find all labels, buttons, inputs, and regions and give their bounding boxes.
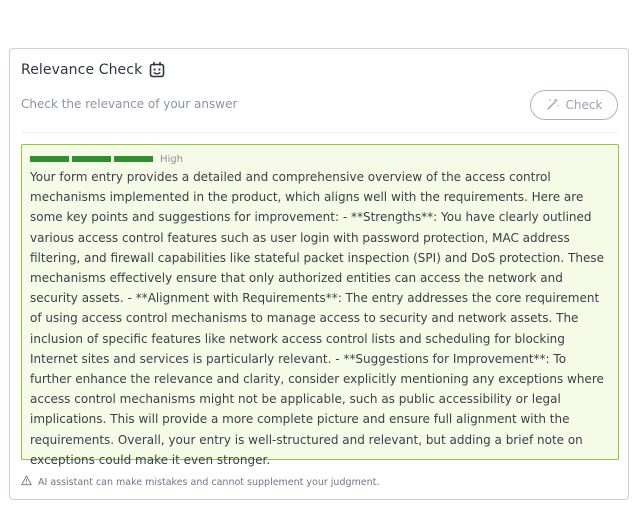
relevance-meter: High — [30, 153, 609, 165]
panel-title: Relevance Check — [21, 62, 143, 78]
check-button-label: Check — [565, 98, 603, 112]
relevance-check-panel: Relevance Check Check the relevance of y… — [9, 48, 629, 500]
meter-segment — [114, 156, 153, 162]
relevance-feedback-text: Your form entry provides a detailed and … — [30, 170, 604, 467]
robot-icon — [148, 61, 166, 79]
relevance-result: High Your form entry provides a detailed… — [21, 144, 619, 467]
panel-header: Relevance Check — [21, 61, 166, 79]
meter-segment — [30, 156, 69, 162]
check-button[interactable]: Check — [530, 90, 618, 120]
warning-icon — [21, 475, 32, 489]
divider — [21, 132, 618, 133]
meter-segment — [72, 156, 111, 162]
magic-wand-icon — [546, 97, 560, 114]
panel-subtitle: Check the relevance of your answer — [21, 97, 238, 111]
disclaimer-text: AI assistant can make mistakes and canno… — [38, 476, 380, 488]
ai-disclaimer: AI assistant can make mistakes and canno… — [21, 475, 379, 489]
relevance-level: High — [160, 153, 183, 165]
